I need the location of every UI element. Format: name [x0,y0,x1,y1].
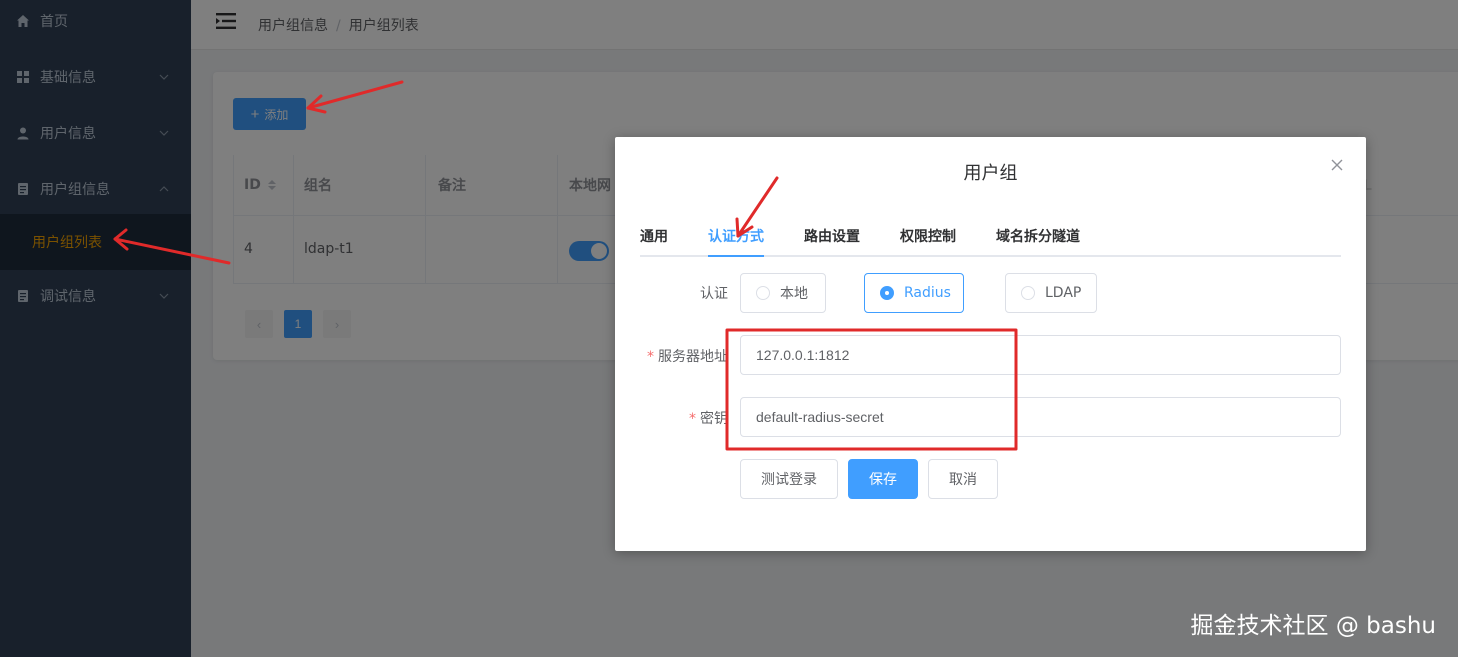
auth-label: 认证 [655,283,728,303]
secret-label: * 密钥 [635,408,728,428]
tab-route-settings[interactable]: 路由设置 [804,217,860,257]
auth-label-text: 认证 [700,286,728,302]
watermark: 掘金技术社区 @ bashu [1190,613,1436,639]
secret-input[interactable] [740,397,1341,437]
server-address-input[interactable] [740,335,1341,375]
radio-label: LDAP [1045,285,1082,301]
radio-circle-icon [1021,286,1035,300]
tab-permission-control[interactable]: 权限控制 [900,217,956,257]
secret-label-text: 密钥 [700,411,728,427]
server-label-text: 服务器地址 [658,349,728,365]
test-login-button[interactable]: 测试登录 [740,459,838,499]
tab-auth-method[interactable]: 认证方式 [708,217,764,257]
dialog-title: 用户组 [963,163,1018,184]
tab-active-indicator [708,255,764,257]
tab-split-tunnel[interactable]: 域名拆分隧道 [996,217,1080,257]
required-asterisk: * [647,349,654,365]
server-address-label: * 服务器地址 [635,346,728,366]
radio-circle-icon [756,286,770,300]
dialog-tabs: 通用 认证方式 路由设置 权限控制 域名拆分隧道 [640,217,1341,257]
user-group-dialog: 用户组 通用 认证方式 路由设置 权限控制 域名拆分隧道 认证 本地 Radiu… [615,137,1366,551]
close-icon[interactable] [1329,157,1345,173]
save-button[interactable]: 保存 [848,459,918,499]
radio-label: Radius [904,285,951,301]
auth-option-local[interactable]: 本地 [740,273,826,313]
radio-label: 本地 [780,286,808,302]
required-asterisk: * [689,411,696,427]
radio-checked-icon [880,286,894,300]
tab-general[interactable]: 通用 [640,217,668,257]
cancel-button[interactable]: 取消 [928,459,998,499]
auth-option-radius[interactable]: Radius [864,273,964,313]
auth-option-ldap[interactable]: LDAP [1005,273,1097,313]
